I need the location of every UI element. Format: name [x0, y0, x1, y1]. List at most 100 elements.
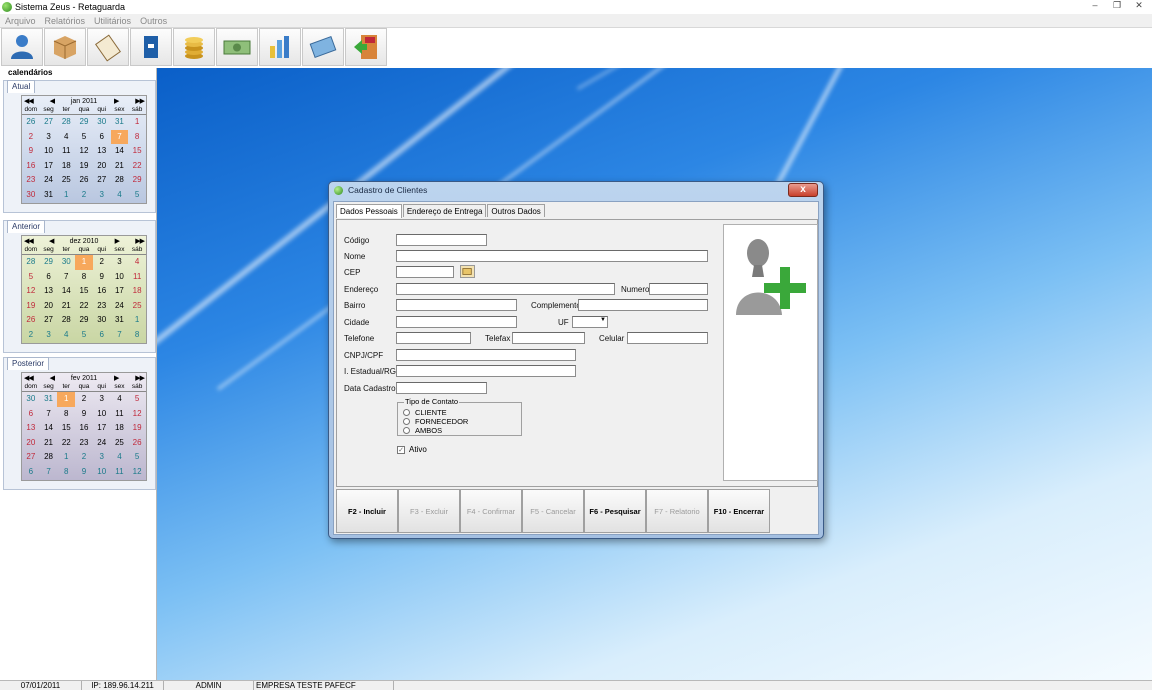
tab-dados-pessoais[interactable]: Dados Pessoais [336, 204, 402, 218]
prev-year-icon[interactable]: ◀◀ [24, 374, 34, 382]
cancelar-button[interactable]: F5 - Cancelar [522, 489, 584, 533]
calendar-day[interactable]: 10 [93, 465, 111, 480]
tab-posterior[interactable]: Posterior [7, 357, 50, 370]
calendar-day[interactable]: 3 [40, 130, 58, 145]
ativo-checkbox[interactable]: ✓ Ativo [397, 445, 427, 454]
calendar-day[interactable]: 31 [40, 392, 58, 407]
calendar-day[interactable]: 5 [75, 130, 93, 145]
calendar-day[interactable]: 26 [75, 173, 93, 188]
book-button[interactable] [130, 28, 172, 66]
calendar-day[interactable]: 4 [57, 130, 75, 145]
calendar-day[interactable]: 18 [111, 421, 129, 436]
confirmar-button[interactable]: F4 - Confirmar [460, 489, 522, 533]
calendar-day[interactable]: 14 [40, 421, 58, 436]
calendar-day[interactable]: 19 [22, 299, 40, 314]
calendar-day[interactable]: 2 [75, 188, 93, 203]
calendar-day[interactable]: 2 [75, 450, 93, 465]
nome-field[interactable] [396, 250, 708, 262]
numero-field[interactable] [649, 283, 708, 295]
next-year-icon[interactable]: ▶▶ [135, 374, 145, 382]
calendar-day[interactable]: 13 [40, 284, 58, 299]
calendar-day[interactable]: 6 [93, 130, 111, 145]
menu-outros[interactable]: Outros [140, 16, 167, 26]
calendar-day[interactable]: 23 [22, 173, 40, 188]
cep-search-button[interactable] [460, 265, 475, 278]
cep-field[interactable] [396, 266, 454, 278]
calendar-day[interactable]: 27 [93, 173, 111, 188]
calendar-day[interactable]: 30 [93, 115, 111, 130]
calendar-day[interactable]: 13 [93, 144, 111, 159]
cnpj-field[interactable] [396, 349, 576, 361]
next-month-icon[interactable]: ▶ [114, 374, 119, 382]
calendar-day[interactable]: 30 [22, 188, 40, 203]
calendar-day[interactable]: 11 [128, 270, 146, 285]
calendar-day[interactable]: 8 [57, 465, 75, 480]
calendar-day[interactable]: 20 [22, 436, 40, 451]
menu-arquivo[interactable]: Arquivo [5, 16, 36, 26]
calendar-day[interactable]: 16 [75, 421, 93, 436]
calendar-day[interactable]: 7 [110, 129, 129, 145]
tab-endereco-entrega[interactable]: Endereço de Entrega [402, 204, 487, 217]
calendar-day[interactable]: 19 [128, 421, 146, 436]
calendar-day[interactable]: 29 [75, 313, 93, 328]
calendar-current[interactable]: ◀◀ ◀ jan 2011 ▶ ▶▶ dom seg ter qua qui sex sáb 26 2… [21, 95, 147, 204]
calendar-day[interactable]: 13 [22, 421, 40, 436]
complemento-field[interactable] [578, 299, 708, 311]
calendar-day[interactable]: 15 [128, 144, 146, 159]
calendar-day[interactable]: 9 [22, 144, 40, 159]
calendar-day[interactable]: 2 [22, 328, 40, 343]
minimize-icon[interactable]: – [1086, 0, 1104, 12]
products-button[interactable] [44, 28, 86, 66]
uf-select[interactable]: ▼ [572, 316, 608, 328]
calendar-day[interactable]: 9 [93, 270, 111, 285]
excluir-button[interactable]: F3 - Excluir [398, 489, 460, 533]
radio-fornecedor[interactable]: FORNECEDOR [403, 417, 468, 426]
calendar-previous[interactable]: ◀◀ ◀ dez 2010 ▶ ▶▶ dom seg ter qua qui sex sáb 28 2… [21, 235, 147, 344]
pesquisar-button[interactable]: F6 - Pesquisar [584, 489, 646, 533]
calendar-day[interactable]: 26 [128, 436, 146, 451]
calendar-day[interactable]: 25 [128, 299, 146, 314]
calendar-day[interactable]: 27 [40, 115, 58, 130]
calendar-day[interactable]: 26 [22, 115, 40, 130]
radio-ambos[interactable]: AMBOS [403, 426, 442, 435]
calendar-day[interactable]: 24 [93, 436, 111, 451]
calendar-day[interactable]: 5 [22, 270, 40, 285]
cash-button[interactable] [302, 28, 344, 66]
banknote-button[interactable] [216, 28, 258, 66]
calendar-day[interactable]: 12 [22, 284, 40, 299]
calendar-day[interactable]: 3 [93, 188, 111, 203]
calendar-day[interactable]: 28 [57, 115, 75, 130]
calendar-day[interactable]: 10 [93, 407, 111, 422]
calendar-day[interactable]: 16 [22, 159, 40, 174]
calendar-day[interactable]: 7 [111, 328, 129, 343]
prev-year-icon[interactable]: ◀◀ [24, 237, 34, 245]
calendar-day[interactable]: 1 [57, 450, 75, 465]
calendar-day[interactable]: 3 [111, 255, 129, 270]
calendar-day[interactable]: 11 [111, 465, 129, 480]
calendar-day[interactable]: 25 [111, 436, 129, 451]
calendar-day[interactable]: 6 [22, 407, 40, 422]
calendar-day[interactable]: 5 [128, 188, 146, 203]
calendar-day[interactable]: 16 [93, 284, 111, 299]
calendar-day[interactable]: 31 [40, 188, 58, 203]
calendar-day[interactable]: 2 [75, 392, 93, 407]
calendar-day[interactable]: 23 [75, 436, 93, 451]
exit-button[interactable] [345, 28, 387, 66]
calendar-day[interactable]: 8 [128, 130, 146, 145]
menu-relatorios[interactable]: Relatórios [45, 16, 86, 26]
next-month-icon[interactable]: ▶ [114, 97, 119, 105]
bairro-field[interactable] [396, 299, 517, 311]
codigo-field[interactable] [396, 234, 487, 246]
incluir-button[interactable]: F2 - Incluir [336, 489, 398, 533]
prev-month-icon[interactable]: ◀ [50, 97, 55, 105]
calendar-day[interactable]: 5 [128, 392, 146, 407]
calendar-day[interactable]: 4 [111, 450, 129, 465]
celular-field[interactable] [627, 332, 708, 344]
calendar-day[interactable]: 28 [57, 313, 75, 328]
calendar-day[interactable]: 12 [75, 144, 93, 159]
calendar-day[interactable]: 17 [40, 159, 58, 174]
calendar-day[interactable]: 1 [57, 188, 75, 203]
calendar-day[interactable]: 1 [75, 255, 93, 270]
calendar-day[interactable]: 7 [40, 407, 58, 422]
calendar-day[interactable]: 22 [57, 436, 75, 451]
